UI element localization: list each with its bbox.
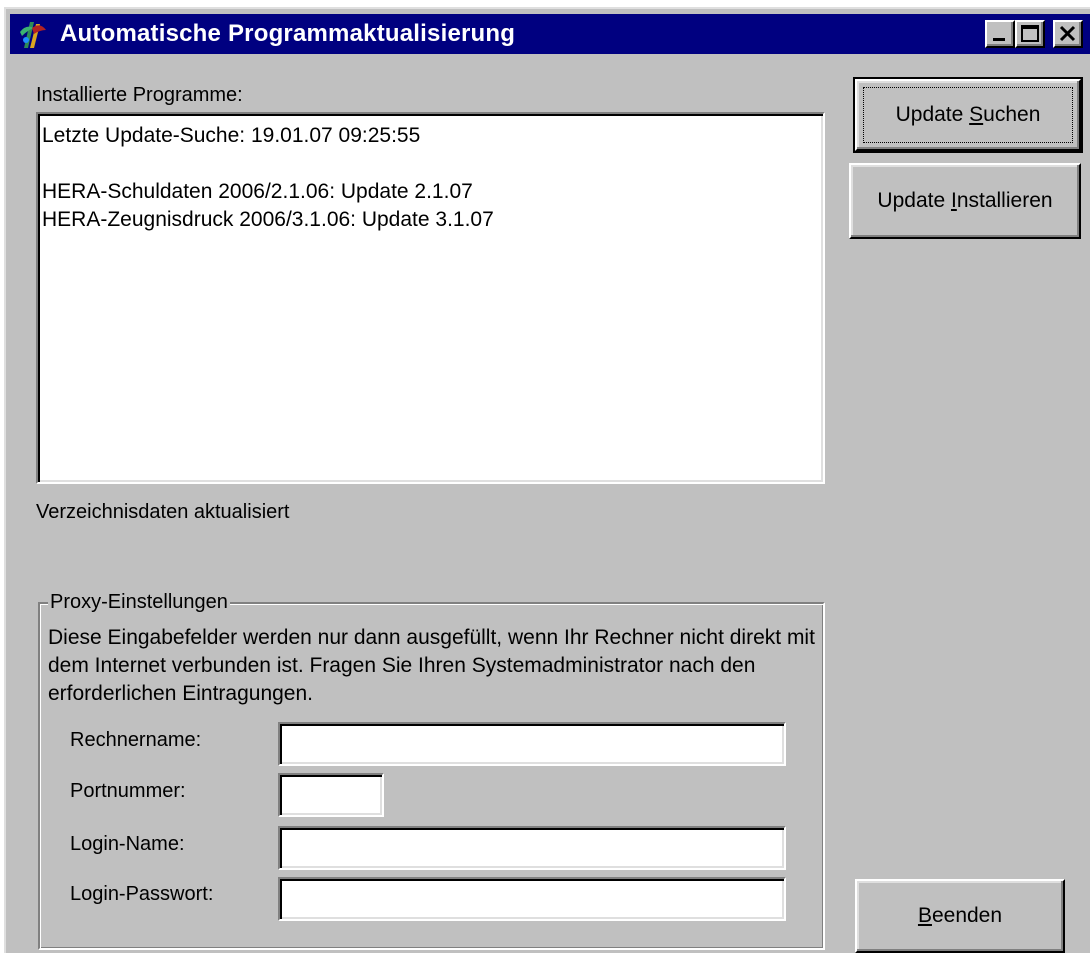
port-field[interactable] bbox=[278, 773, 384, 817]
hostname-label: Rechnername: bbox=[70, 729, 202, 751]
update-install-label: Update Installieren bbox=[877, 189, 1053, 212]
list-item[interactable]: Letzte Update-Suche: 19.01.07 09:25:55 bbox=[42, 122, 823, 150]
minimize-button[interactable] bbox=[985, 20, 1015, 48]
installed-programs-label: Installierte Programme: bbox=[36, 84, 243, 106]
login-name-field[interactable] bbox=[278, 826, 786, 870]
close-button[interactable] bbox=[1053, 20, 1083, 48]
minimize-icon bbox=[993, 38, 1005, 41]
update-dialog-window: Automatische Programmaktualisierung Inst… bbox=[4, 7, 1090, 953]
app-icon bbox=[20, 22, 46, 48]
maximize-button[interactable] bbox=[1015, 20, 1045, 48]
login-password-label: Login-Passwort: bbox=[70, 883, 214, 905]
list-item[interactable]: HERA-Schuldaten 2006/2.1.06: Update 2.1.… bbox=[42, 178, 823, 206]
quit-label: Beenden bbox=[917, 904, 1003, 927]
window-title: Automatische Programmaktualisierung bbox=[60, 20, 516, 47]
status-text: Verzeichnisdaten aktualisiert bbox=[36, 501, 290, 523]
update-search-label: Update Suchen bbox=[895, 103, 1041, 126]
update-install-button[interactable]: Update Installieren bbox=[849, 163, 1081, 239]
update-search-button[interactable]: Update Suchen bbox=[853, 77, 1083, 153]
quit-button[interactable]: Beenden bbox=[855, 879, 1065, 953]
maximize-icon bbox=[1021, 25, 1039, 42]
close-icon bbox=[1059, 25, 1076, 42]
proxy-description: Diese Eingabefelder werden nur dann ausg… bbox=[48, 626, 815, 705]
proxy-settings-title: Proxy-Einstellungen bbox=[48, 590, 230, 614]
port-label: Portnummer: bbox=[70, 780, 186, 802]
login-name-label: Login-Name: bbox=[70, 833, 185, 855]
login-password-field[interactable] bbox=[278, 877, 786, 921]
hostname-field[interactable] bbox=[278, 722, 786, 766]
title-bar[interactable]: Automatische Programmaktualisierung bbox=[10, 14, 1090, 54]
installed-programs-list[interactable]: Letzte Update-Suche: 19.01.07 09:25:55 H… bbox=[36, 112, 825, 484]
list-item[interactable] bbox=[42, 150, 823, 178]
list-item[interactable]: HERA-Zeugnisdruck 2006/3.1.06: Update 3.… bbox=[42, 206, 823, 234]
